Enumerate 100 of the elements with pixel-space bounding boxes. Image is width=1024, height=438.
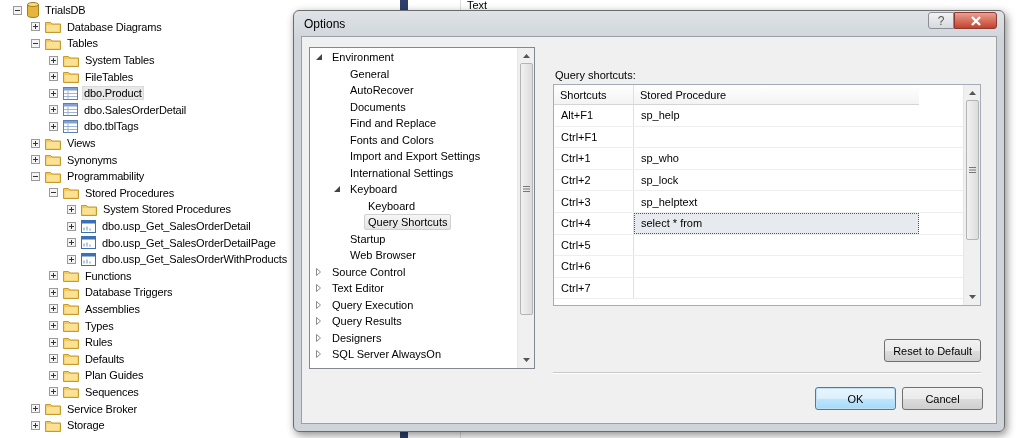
expand-toggle[interactable] [49, 287, 58, 297]
expand-toggle[interactable] [49, 88, 58, 98]
expanded-arrow-icon[interactable] [316, 54, 322, 61]
nav-item[interactable]: AutoRecover [346, 82, 418, 99]
scroll-down-icon[interactable] [522, 358, 530, 362]
nav-item[interactable]: Environment [328, 49, 398, 66]
expand-toggle[interactable] [49, 321, 58, 331]
tree-item[interactable]: dbo.Product [82, 86, 144, 101]
nav-item[interactable]: Query Results [328, 313, 406, 330]
tree-item[interactable]: Tables [65, 36, 100, 51]
expand-toggle[interactable] [49, 105, 58, 115]
table-cell[interactable]: sp_helptext [634, 191, 919, 212]
table-cell[interactable]: sp_lock [634, 169, 919, 191]
scroll-up-icon[interactable] [522, 54, 530, 58]
nav-item[interactable]: Keyboard [346, 181, 402, 198]
nav-item[interactable]: Import and Export Settings [346, 148, 485, 165]
collapsed-arrow-icon[interactable] [316, 267, 321, 276]
tree-item[interactable]: FileTables [83, 69, 136, 84]
nav-item[interactable]: Fonts and Colors [346, 131, 438, 148]
column-header[interactable]: Shortcuts [554, 85, 634, 105]
expand-toggle[interactable] [67, 238, 76, 248]
tree-item[interactable]: dbo.usp_Get_SalesOrderWithProducts [100, 252, 290, 267]
ok-button[interactable]: OK [815, 387, 896, 410]
expand-toggle[interactable] [31, 22, 40, 32]
nav-item[interactable]: Startup [346, 230, 390, 247]
scroll-up-icon[interactable] [968, 91, 976, 95]
tree-item[interactable]: Types [83, 318, 116, 333]
expand-toggle[interactable] [49, 188, 58, 198]
table-cell[interactable]: sp_who [634, 148, 919, 169]
close-button[interactable] [954, 12, 997, 29]
expand-toggle[interactable] [67, 254, 76, 264]
expand-toggle[interactable] [67, 204, 76, 214]
table-cell[interactable]: select * from [634, 212, 919, 234]
tree-item[interactable]: dbo.SalesOrderDetail [82, 102, 189, 117]
tree-item[interactable]: dbo.usp_Get_SalesOrderDetailPage [100, 235, 278, 250]
nav-item[interactable]: Text Editor [328, 280, 388, 297]
tree-item[interactable]: System Tables [83, 53, 157, 68]
expand-toggle[interactable] [31, 138, 40, 148]
nav-item[interactable]: Designers [328, 329, 386, 346]
nav-item[interactable]: Query Shortcuts [364, 214, 452, 231]
cancel-button[interactable]: Cancel [902, 387, 983, 410]
tree-item[interactable]: Synonyms [65, 152, 120, 167]
tree-item[interactable]: Assemblies [83, 302, 142, 316]
nav-item[interactable]: SQL Server AlwaysOn [328, 346, 446, 363]
tree-item[interactable]: Service Broker [65, 401, 140, 416]
nav-item[interactable]: Documents [346, 98, 410, 115]
nav-item[interactable]: Find and Replace [346, 115, 441, 132]
nav-item[interactable]: Source Control [328, 263, 410, 280]
reset-button[interactable]: Reset to Default [884, 339, 981, 362]
nav-item[interactable]: Query Execution [328, 296, 418, 313]
tree-item[interactable]: Rules [83, 335, 115, 350]
tree-item[interactable]: System Stored Procedures [101, 202, 233, 217]
collapsed-arrow-icon[interactable] [316, 284, 321, 293]
folder-icon [63, 269, 79, 283]
collapsed-arrow-icon[interactable] [316, 317, 321, 326]
expand-toggle[interactable] [31, 420, 40, 430]
expand-toggle[interactable] [31, 155, 40, 165]
expanded-arrow-icon[interactable] [334, 186, 340, 193]
folder-icon [45, 136, 61, 150]
tree-item[interactable]: Views [65, 136, 98, 151]
collapsed-arrow-icon[interactable] [316, 333, 321, 342]
expand-toggle[interactable] [49, 370, 58, 380]
scrollbar[interactable] [517, 48, 534, 368]
nav-item[interactable]: General [346, 65, 394, 82]
tree-item[interactable]: dbo.usp_Get_SalesOrderDetail [100, 219, 253, 233]
nav-item[interactable]: Keyboard [364, 197, 420, 214]
scroll-thumb[interactable] [519, 63, 533, 315]
tree-item[interactable]: Sequences [83, 384, 141, 399]
nav-item[interactable]: International Settings [346, 164, 458, 181]
expand-toggle[interactable] [31, 171, 40, 181]
tree-item[interactable]: Stored Procedures [83, 185, 177, 200]
expand-toggle[interactable] [49, 387, 58, 397]
expand-toggle[interactable] [49, 304, 58, 314]
expand-toggle[interactable] [49, 121, 58, 131]
expand-toggle[interactable] [49, 72, 58, 82]
expand-toggle[interactable] [49, 337, 58, 347]
tree-item[interactable]: Programmability [65, 169, 147, 184]
scroll-down-icon[interactable] [968, 295, 976, 299]
tree-item[interactable]: Plan Guides [83, 368, 146, 383]
tree-item[interactable]: Defaults [83, 351, 127, 366]
scroll-thumb[interactable] [965, 100, 979, 240]
tree-item[interactable]: Database Triggers [83, 285, 175, 300]
expand-toggle[interactable] [49, 354, 58, 364]
tree-item[interactable]: Storage [65, 418, 107, 433]
expand-toggle[interactable] [31, 404, 40, 414]
expand-toggle[interactable] [31, 39, 40, 48]
expand-toggle[interactable] [67, 221, 76, 231]
expand-toggle[interactable] [13, 5, 22, 15]
tree-item[interactable]: Database Diagrams [65, 19, 164, 34]
collapsed-arrow-icon[interactable] [316, 300, 321, 309]
tree-item[interactable]: Functions [83, 268, 134, 283]
expand-toggle[interactable] [49, 55, 58, 65]
collapsed-arrow-icon[interactable] [316, 350, 321, 359]
help-button[interactable]: ? [928, 12, 954, 29]
table-cell[interactable]: sp_help [634, 105, 919, 126]
scrollbar[interactable] [963, 85, 980, 305]
nav-item[interactable]: Web Browser [346, 247, 420, 264]
tree-item[interactable]: TrialsDB [43, 3, 88, 18]
tree-item[interactable]: dbo.tblTags [82, 119, 141, 134]
expand-toggle[interactable] [49, 271, 58, 281]
